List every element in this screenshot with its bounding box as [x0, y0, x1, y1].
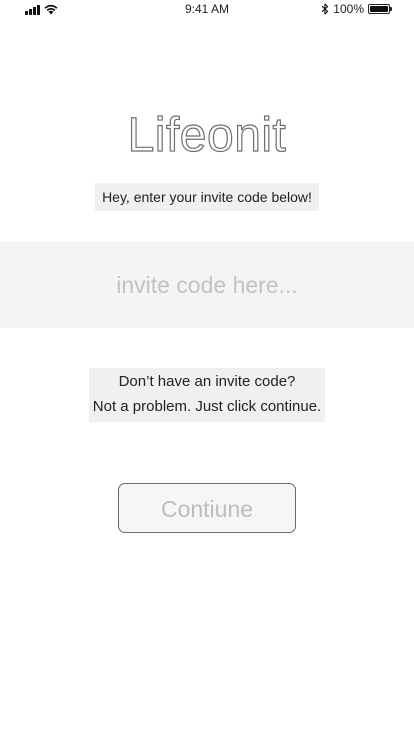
bluetooth-icon: [321, 3, 329, 15]
battery-cap: [390, 7, 392, 11]
invite-code-input[interactable]: [0, 242, 414, 328]
app-logo: Lifeonit: [127, 108, 287, 162]
battery-percentage: 100%: [333, 2, 364, 16]
help-line-no-code: Don’t have an invite code?: [118, 373, 296, 390]
battery-icon: [368, 4, 392, 14]
instruction-wrap: Hey, enter your invite code below!: [0, 183, 414, 211]
battery-level-fill: [370, 6, 388, 12]
help-wrap: Don’t have an invite code? Not a problem…: [0, 368, 414, 422]
status-bar: 9:41 AM 100%: [0, 0, 414, 20]
help-text-box: Don’t have an invite code? Not a problem…: [88, 368, 326, 422]
invite-instruction: Hey, enter your invite code below!: [95, 183, 319, 211]
status-right-group: 100%: [321, 2, 392, 16]
help-line-continue: Not a problem. Just click continue.: [92, 398, 322, 415]
invite-code-field: [0, 242, 414, 328]
continue-button[interactable]: Contiune: [118, 483, 296, 533]
